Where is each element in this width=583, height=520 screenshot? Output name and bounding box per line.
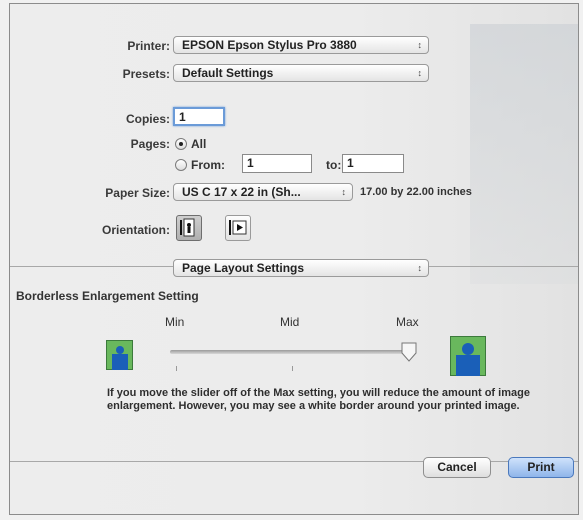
- slider-mid-label: Mid: [280, 315, 300, 329]
- borderless-note: If you move the slider off of the Max se…: [107, 387, 530, 412]
- pages-to-label: to:: [326, 158, 342, 172]
- presets-popup[interactable]: Default Settings ↕: [173, 64, 429, 82]
- slider-knob-icon: [401, 342, 417, 362]
- landscape-orientation-button[interactable]: [225, 215, 251, 241]
- portrait-orientation-button[interactable]: [176, 215, 202, 241]
- printer-value: EPSON Epson Stylus Pro 3880: [182, 38, 357, 52]
- print-dialog: Printer: EPSON Epson Stylus Pro 3880 ↕ P…: [9, 3, 579, 515]
- copies-field[interactable]: 1: [173, 107, 225, 126]
- presets-value: Default Settings: [182, 66, 274, 80]
- pages-from-radio[interactable]: [175, 159, 187, 171]
- slider-tick-min: [176, 366, 177, 371]
- pages-label: Pages:: [130, 137, 170, 151]
- large-image-icon: [450, 336, 486, 376]
- slider-max-label: Max: [396, 315, 419, 329]
- background-photo: [470, 24, 578, 284]
- presets-label: Presets:: [122, 67, 170, 81]
- printer-popup[interactable]: EPSON Epson Stylus Pro 3880 ↕: [173, 36, 429, 54]
- borderless-slider-track[interactable]: [170, 350, 414, 354]
- pages-all-radio[interactable]: [175, 138, 187, 150]
- paper-size-popup[interactable]: US C 17 x 22 in (Sh... ↕: [173, 183, 353, 201]
- landscape-orientation-icon: [229, 220, 247, 235]
- slider-min-label: Min: [165, 315, 185, 329]
- borderless-title: Borderless Enlargement Setting: [16, 289, 199, 303]
- paper-size-value: US C 17 x 22 in (Sh...: [182, 185, 301, 199]
- up-down-arrows-icon: ↕: [341, 187, 347, 197]
- printer-label: Printer:: [127, 39, 170, 53]
- paper-size-dimensions: 17.00 by 22.00 inches: [360, 186, 472, 198]
- pages-to-field[interactable]: 1: [342, 154, 404, 173]
- orientation-label: Orientation:: [102, 223, 170, 237]
- pages-from-field[interactable]: 1: [242, 154, 312, 173]
- small-image-icon: [106, 340, 133, 370]
- up-down-arrows-icon: ↕: [417, 68, 423, 78]
- portrait-orientation-icon: [180, 218, 195, 237]
- page-layout-settings-value: Page Layout Settings: [182, 261, 305, 275]
- pages-from-label: From:: [191, 158, 225, 172]
- page-layout-settings-popup[interactable]: Page Layout Settings ↕: [173, 259, 429, 277]
- cancel-button[interactable]: Cancel: [423, 457, 491, 478]
- slider-tick-mid: [292, 366, 293, 371]
- copies-label: Copies:: [125, 112, 170, 126]
- borderless-slider-knob[interactable]: [400, 342, 418, 362]
- paper-size-label: Paper Size:: [105, 186, 170, 200]
- up-down-arrows-icon: ↕: [417, 263, 423, 273]
- bottom-separator: [10, 461, 578, 462]
- print-button[interactable]: Print: [508, 457, 574, 478]
- up-down-arrows-icon: ↕: [417, 40, 423, 50]
- pages-all-label: All: [191, 137, 207, 151]
